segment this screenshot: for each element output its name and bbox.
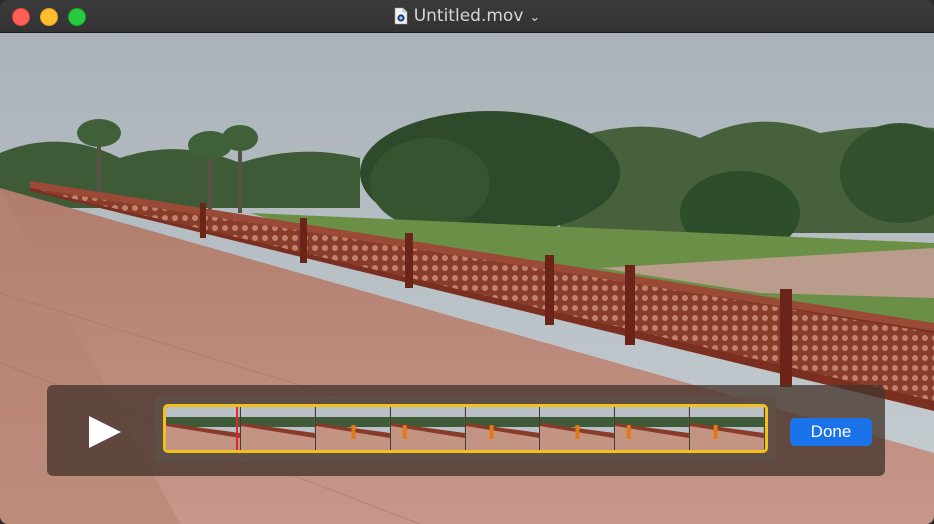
filmstrip-frame xyxy=(240,407,316,450)
filmstrip-frame xyxy=(315,407,391,450)
filmstrip-frame xyxy=(465,407,541,450)
window-title: Untitled.mov xyxy=(413,6,524,26)
quicktime-document-icon xyxy=(394,7,408,25)
trim-controls: Done xyxy=(47,385,885,476)
done-button[interactable]: Done xyxy=(790,418,872,446)
trim-filmstrip[interactable] xyxy=(163,404,768,453)
chevron-down-icon[interactable]: ⌄ xyxy=(529,9,540,25)
window-title-menu[interactable]: Untitled.mov ⌄ xyxy=(0,0,934,32)
quicktime-window: Untitled.mov ⌄ Done xyxy=(0,0,934,524)
filmstrip-frames xyxy=(166,407,765,450)
filmstrip-frame xyxy=(690,407,765,450)
play-icon[interactable] xyxy=(87,415,123,449)
filmstrip-frame xyxy=(540,407,616,450)
title-bar[interactable]: Untitled.mov ⌄ xyxy=(0,0,934,33)
playhead[interactable] xyxy=(236,407,238,450)
filmstrip-frame xyxy=(615,407,691,450)
filmstrip-frame xyxy=(166,407,241,450)
filmstrip-frame xyxy=(390,407,466,450)
